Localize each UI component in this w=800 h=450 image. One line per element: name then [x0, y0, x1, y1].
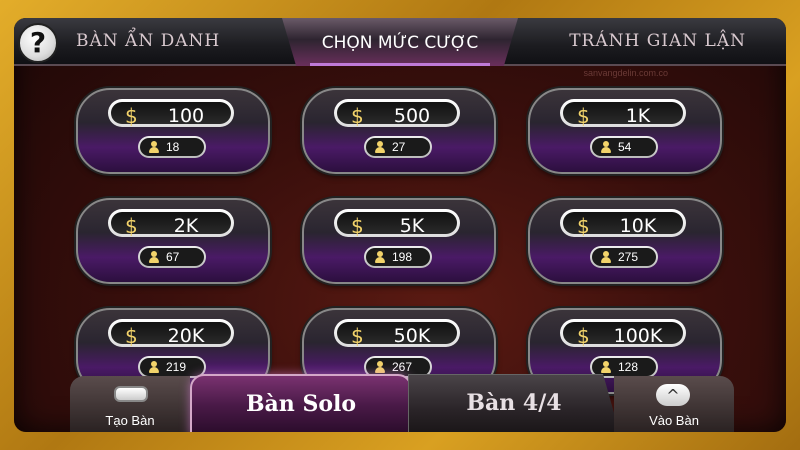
tab-anonymous-table[interactable]: BÀN ẨN DANH	[76, 18, 220, 64]
bet-amount-pill: $ 5K	[334, 209, 460, 238]
person-icon	[601, 141, 611, 153]
tab-anti-cheat[interactable]: TRÁNH GIAN LẬN	[569, 18, 746, 64]
player-count: 267	[392, 360, 413, 374]
help-icon[interactable]: ?	[18, 23, 58, 63]
person-icon	[149, 141, 159, 153]
player-count-pill: 198	[364, 246, 432, 268]
bet-table-card[interactable]: $ 500 27	[302, 88, 496, 174]
person-icon	[375, 361, 385, 373]
bet-amount-pill: $ 100K	[560, 319, 686, 348]
create-table-label: Tạo Bàn	[105, 413, 155, 428]
bottom-bar: Tạo Bàn Bàn Solo Bàn 4/4 ^ Vào Bàn	[14, 374, 786, 432]
bet-amount: 1K	[625, 105, 651, 127]
bet-table-card[interactable]: $ 2K 67	[76, 198, 270, 284]
dollar-icon: $	[351, 214, 364, 238]
bet-amount: 100	[167, 105, 205, 127]
solo-table-button[interactable]: Bàn Solo	[190, 374, 412, 432]
bet-amount-pill: $ 500	[334, 99, 460, 128]
bet-amount-pill: $ 1K	[560, 99, 686, 128]
watermark: sanvangdelin.com.co	[583, 68, 668, 78]
dollar-icon: $	[351, 104, 364, 128]
player-count-pill: 275	[590, 246, 658, 268]
player-count: 198	[392, 250, 413, 264]
bet-table-card[interactable]: $ 100 18	[76, 88, 270, 174]
bet-table-card[interactable]: $ 5K 198	[302, 198, 496, 284]
player-count-pill: 67	[138, 246, 206, 268]
bet-amount: 2K	[173, 215, 199, 237]
bet-amount-pill: $ 2K	[108, 209, 234, 238]
player-count: 18	[166, 140, 180, 154]
player-count: 219	[166, 360, 187, 374]
dollar-icon: $	[577, 324, 590, 348]
player-count: 54	[618, 140, 632, 154]
table-icon	[114, 386, 148, 402]
dollar-icon: $	[125, 104, 138, 128]
dollar-icon: $	[125, 214, 138, 238]
bet-amount: 20K	[167, 325, 205, 347]
bet-amount-pill: $ 20K	[108, 319, 234, 348]
join-table-label: Vào Bàn	[649, 413, 699, 428]
bet-amount: 50K	[393, 325, 431, 347]
top-bar: BÀN ẨN DANH CHỌN MỨC CƯỢC TRÁNH GIAN LẬN	[14, 18, 786, 66]
player-count: 275	[618, 250, 639, 264]
person-icon	[601, 361, 611, 373]
bet-amount-pill: $ 50K	[334, 319, 460, 348]
player-count: 27	[392, 140, 406, 154]
player-count: 67	[166, 250, 180, 264]
create-table-button[interactable]: Tạo Bàn	[70, 376, 190, 432]
dollar-icon: $	[577, 214, 590, 238]
bet-amount-pill: $ 100	[108, 99, 234, 128]
dollar-icon: $	[125, 324, 138, 348]
game-screen: BÀN ẨN DANH CHỌN MỨC CƯỢC TRÁNH GIAN LẬN…	[14, 18, 786, 432]
player-count-pill: 18	[138, 136, 206, 158]
dollar-icon: $	[351, 324, 364, 348]
person-icon	[149, 251, 159, 263]
game-frame: BÀN ẨN DANH CHỌN MỨC CƯỢC TRÁNH GIAN LẬN…	[0, 0, 800, 450]
player-count-pill: 27	[364, 136, 432, 158]
bet-amount: 10K	[619, 215, 657, 237]
four-player-table-button[interactable]: Bàn 4/4	[408, 374, 620, 432]
bet-amount-pill: $ 10K	[560, 209, 686, 238]
person-icon	[375, 251, 385, 263]
tab-choose-bet[interactable]: CHỌN MỨC CƯỢC	[282, 18, 518, 66]
dollar-icon: $	[577, 104, 590, 128]
bet-table-card[interactable]: $ 10K 275	[528, 198, 722, 284]
bet-amount: 100K	[613, 325, 663, 347]
player-count-pill: 54	[590, 136, 658, 158]
join-table-button[interactable]: ^ Vào Bàn	[614, 376, 734, 432]
chevron-up-icon: ^	[656, 384, 690, 406]
person-icon	[601, 251, 611, 263]
bet-amount: 500	[393, 105, 431, 127]
bet-table-card[interactable]: $ 1K 54	[528, 88, 722, 174]
person-icon	[149, 361, 159, 373]
bet-amount: 5K	[399, 215, 425, 237]
player-count: 128	[618, 360, 639, 374]
person-icon	[375, 141, 385, 153]
